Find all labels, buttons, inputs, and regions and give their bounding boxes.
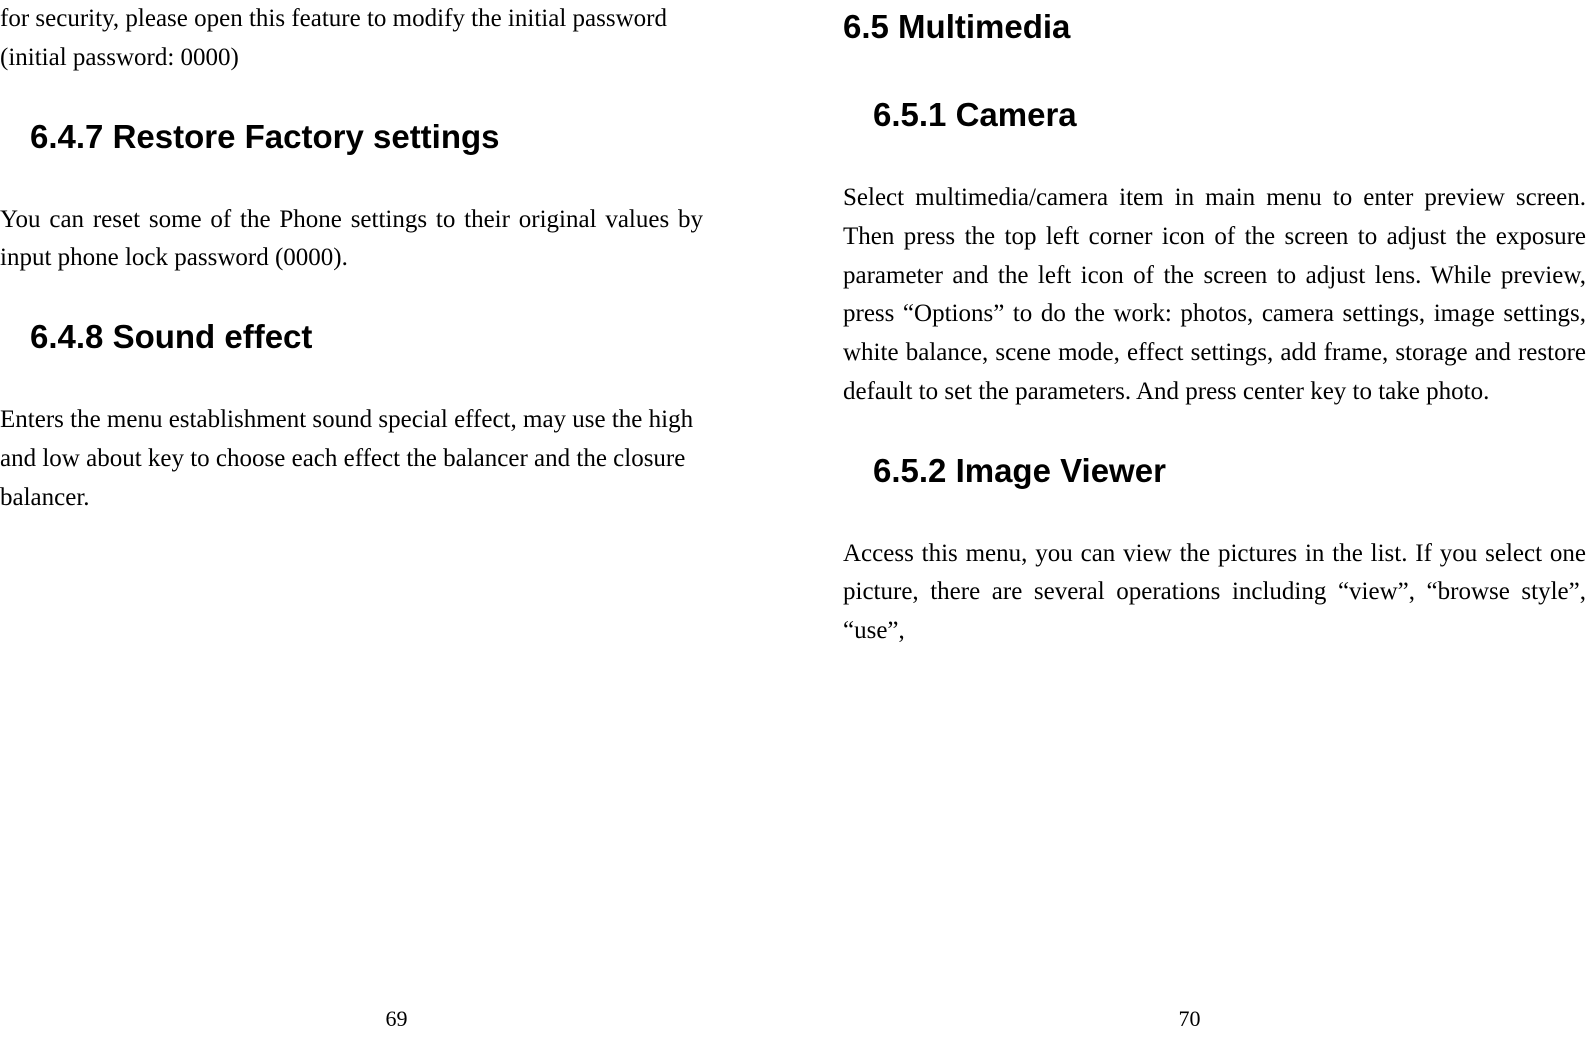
heading-647: 6.4.7 Restore Factory settings <box>0 118 703 156</box>
intro-paragraph: for security, please open this feature t… <box>0 0 703 78</box>
page-left: for security, please open this feature t… <box>0 0 793 1042</box>
heading-648: 6.4.8 Sound effect <box>0 318 703 356</box>
heading-651: 6.5.1 Camera <box>843 96 1586 134</box>
body-647: You can reset some of the Phone settings… <box>0 201 703 279</box>
page-number-right: 70 <box>1179 1006 1201 1032</box>
body-652: Access this menu, you can view the pictu… <box>843 535 1586 651</box>
body-651: Select multimedia/camera item in main me… <box>843 179 1586 412</box>
page-number-left: 69 <box>386 1006 408 1032</box>
body-648: Enters the menu establishment sound spec… <box>0 401 703 517</box>
page-right: 6.5 Multimedia 6.5.1 Camera Select multi… <box>793 0 1586 1042</box>
heading-65: 6.5 Multimedia <box>843 8 1586 46</box>
heading-652: 6.5.2 Image Viewer <box>843 452 1586 490</box>
